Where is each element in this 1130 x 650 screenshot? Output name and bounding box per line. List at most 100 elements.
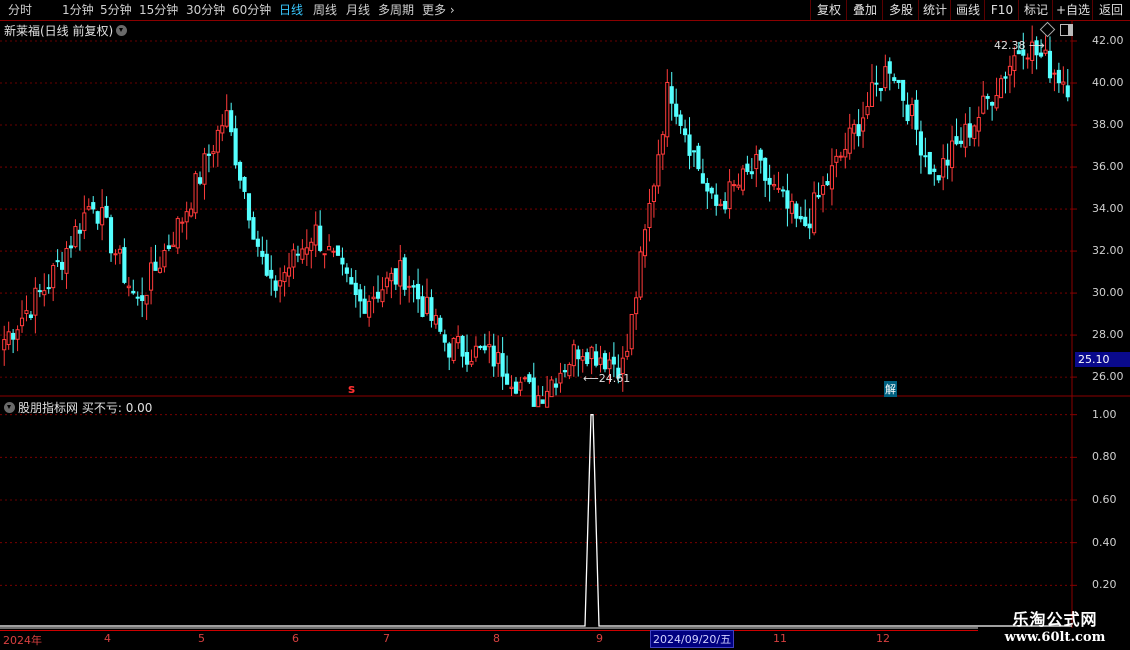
candle-body	[700, 173, 705, 184]
candle-body	[95, 211, 100, 224]
kline-chart[interactable]	[0, 0, 1130, 650]
candle-body	[709, 187, 714, 194]
y-tick-label: 40.00	[1092, 76, 1124, 90]
candle-body	[834, 155, 839, 163]
candle-body	[932, 168, 937, 172]
candle-body	[24, 310, 29, 314]
candle-body	[594, 351, 599, 366]
y-tick-label: 34.00	[1092, 202, 1124, 216]
candle-body	[589, 346, 594, 360]
candle-body	[998, 78, 1004, 99]
candle-body	[478, 345, 483, 349]
candle-body	[55, 260, 60, 263]
candle-body	[847, 127, 852, 154]
candle-body	[625, 350, 630, 357]
candle-body	[157, 267, 163, 273]
x-label: 11	[773, 632, 787, 645]
y-tick-label: 42.00	[1092, 34, 1124, 47]
candle-body	[166, 245, 171, 249]
dropdown-circle-icon[interactable]	[116, 25, 128, 36]
candle-body	[304, 247, 309, 255]
high-annotation: 42.38 ⟶	[994, 39, 1045, 52]
candle-body	[856, 124, 861, 137]
candle-body	[300, 248, 305, 260]
candle-body	[313, 224, 318, 246]
candle-body	[197, 177, 203, 184]
candle-body	[291, 249, 296, 268]
y-tick-label: 26.00	[1092, 370, 1124, 384]
candle-body	[318, 225, 323, 251]
candle-body	[967, 123, 972, 138]
candle-body	[309, 241, 314, 251]
candle-body	[131, 290, 136, 294]
candle-body	[251, 217, 256, 240]
candle-body	[260, 250, 265, 257]
watermark-line2: www.60lt.com	[1004, 630, 1106, 645]
candle-body	[389, 272, 394, 282]
indicator-value: 买不亏: 0.00	[81, 401, 153, 415]
candle-body	[754, 154, 759, 170]
watermark-line1: 乐淘公式网	[1012, 610, 1098, 629]
watermark-logo: 乐淘公式网 www.60lt.com	[985, 606, 1125, 648]
candle-body	[927, 151, 932, 175]
x-label: 6	[292, 632, 299, 645]
candle-body	[918, 131, 923, 156]
candle-body	[745, 163, 750, 172]
candle-body	[825, 181, 830, 186]
candle-body	[518, 381, 523, 391]
candle-body	[567, 364, 572, 377]
candle-body	[108, 217, 114, 254]
candle-body	[861, 117, 866, 132]
candle-body	[798, 216, 803, 220]
indicator-title[interactable]: 股朋指标网 买不亏: 0.00	[4, 399, 152, 416]
candle-body	[451, 337, 456, 361]
candle-body	[985, 96, 990, 99]
candle-body	[215, 129, 220, 153]
candle-body	[126, 285, 131, 289]
candle-body	[175, 218, 180, 249]
candle-body	[362, 298, 367, 314]
candle-body	[246, 193, 252, 221]
candle-body	[945, 159, 950, 166]
candle-body	[331, 250, 336, 253]
candle-body	[674, 103, 679, 117]
candle-body	[958, 140, 964, 144]
candle-body	[763, 157, 768, 181]
candle-body	[1039, 52, 1044, 57]
candle-body	[611, 356, 616, 365]
candle-body	[64, 248, 69, 274]
stock-title[interactable]: 新莱福(日线 前复权)	[4, 22, 128, 39]
candle-body	[536, 395, 541, 408]
candle-body	[562, 370, 567, 373]
candle-body	[135, 296, 140, 299]
candle-body	[278, 280, 283, 287]
candle-body	[211, 151, 216, 155]
candle-body	[77, 229, 82, 234]
candle-body	[73, 226, 78, 248]
candle-body	[153, 261, 158, 271]
candle-body	[327, 246, 332, 251]
candle-body	[727, 181, 732, 210]
candle-body	[322, 253, 327, 256]
panel-toggle-icon[interactable]	[1060, 24, 1073, 36]
candle-body	[220, 125, 225, 134]
candle-body	[580, 356, 585, 361]
candle-body	[500, 353, 505, 377]
candle-body	[202, 153, 207, 185]
candle-body	[585, 352, 590, 365]
candle-body	[553, 383, 559, 388]
candle-body	[358, 289, 363, 302]
candle-body	[482, 345, 487, 351]
y-tick-label: 36.00	[1092, 160, 1124, 174]
candle-body	[416, 283, 421, 300]
candle-body	[464, 352, 470, 365]
candle-body	[883, 66, 888, 89]
candle-body	[82, 212, 87, 232]
candle-body	[33, 287, 38, 316]
candle-body	[433, 315, 438, 325]
candle-body	[264, 253, 269, 276]
candle-body	[994, 95, 999, 109]
candle-body	[740, 168, 745, 191]
candle-body	[1003, 76, 1008, 79]
dropdown-circle-icon[interactable]	[4, 402, 15, 413]
